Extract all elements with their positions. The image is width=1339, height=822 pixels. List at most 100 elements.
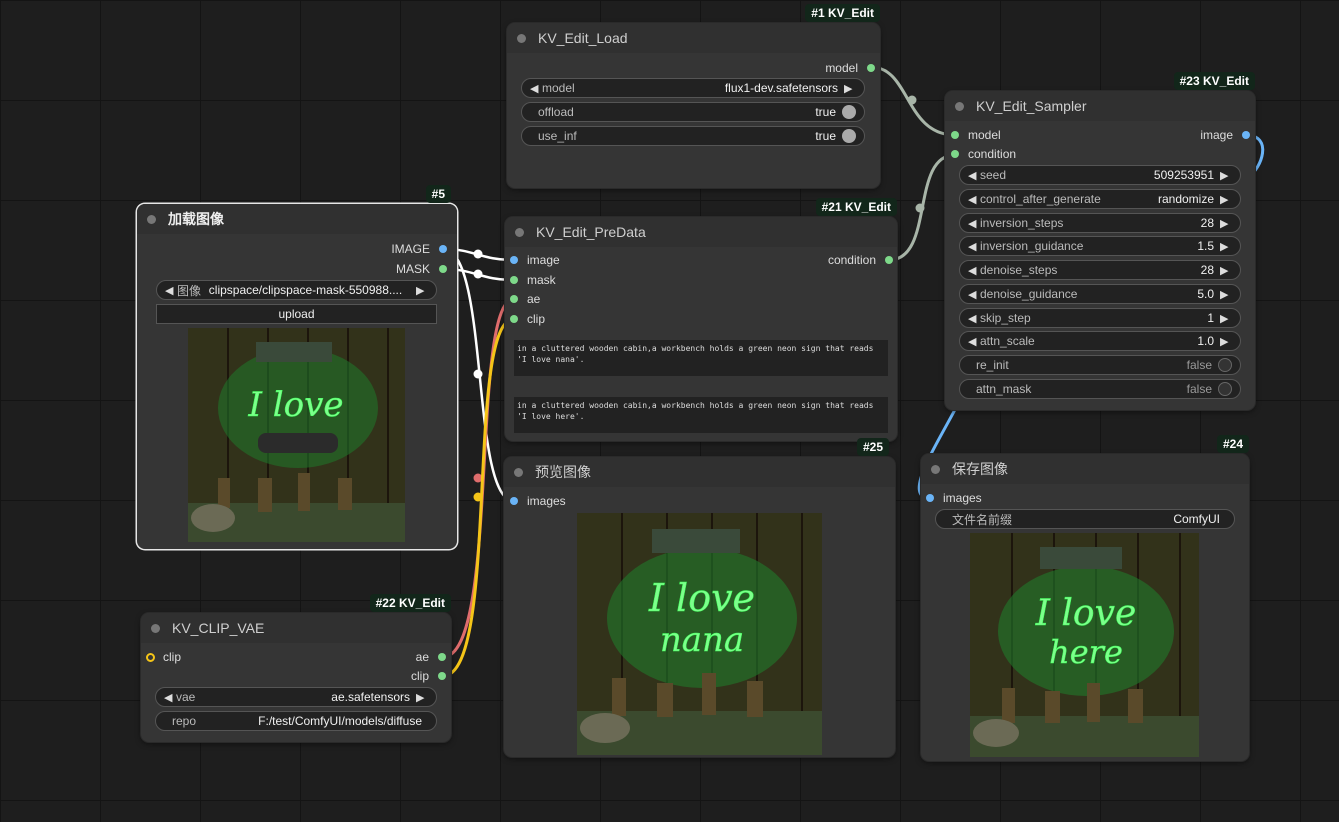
arrow-right-icon[interactable]: ▶: [1220, 217, 1232, 230]
node-save-image[interactable]: #24 保存图像 images 文件名前缀 ComfyUI I love her…: [921, 435, 1249, 761]
output-dot-icon[interactable]: [1242, 131, 1250, 139]
node-kv-clip-vae[interactable]: #22 KV_Edit KV_CLIP_VAE clip ae clip ◀ v…: [141, 594, 451, 742]
widget-attn-mask[interactable]: attn_mask false: [959, 379, 1241, 399]
target-prompt-textarea[interactable]: in a cluttered wooden cabin,a workbench …: [514, 397, 888, 433]
node-preview-image[interactable]: #25 预览图像 images I love nana: [504, 438, 895, 757]
input-mask[interactable]: mask: [510, 271, 630, 289]
widget-vae[interactable]: ◀ vae ae.safetensors ▶: [155, 687, 437, 707]
arrow-right-icon[interactable]: ▶: [1220, 264, 1232, 277]
arrow-right-icon[interactable]: ▶: [1220, 169, 1232, 182]
output-image[interactable]: image: [1130, 126, 1250, 144]
input-clip[interactable]: clip: [146, 648, 266, 666]
input-condition[interactable]: condition: [951, 145, 1071, 163]
arrow-left-icon[interactable]: ◀: [165, 284, 177, 297]
widget-attn-scale[interactable]: ◀ attn_scale 1.0 ▶: [959, 331, 1241, 351]
node-header[interactable]: 加载图像: [137, 204, 457, 234]
output-dot-icon[interactable]: [438, 653, 446, 661]
node-header[interactable]: 保存图像: [921, 454, 1249, 484]
arrow-left-icon[interactable]: ◀: [968, 264, 980, 277]
node-header[interactable]: KV_Edit_Load: [507, 23, 880, 53]
node-header[interactable]: KV_CLIP_VAE: [141, 613, 451, 643]
output-model[interactable]: model: [755, 59, 875, 77]
collapse-dot-icon[interactable]: [151, 623, 160, 633]
node-kv-edit-load[interactable]: #1 KV_Edit KV_Edit_Load model ◀ model fl…: [507, 4, 880, 188]
arrow-right-icon[interactable]: ▶: [416, 284, 428, 297]
collapse-dot-icon[interactable]: [147, 214, 156, 224]
node-header[interactable]: KV_Edit_PreData: [505, 217, 897, 247]
source-prompt-textarea[interactable]: in a cluttered wooden cabin,a workbench …: [514, 340, 888, 376]
toggle-on-icon[interactable]: [842, 129, 856, 143]
arrow-right-icon[interactable]: ▶: [1220, 288, 1232, 301]
input-dot-icon[interactable]: [510, 295, 518, 303]
widget-denoise-steps[interactable]: ◀ denoise_steps 28 ▶: [959, 260, 1241, 280]
node-load-image[interactable]: #5 加载图像 IMAGE MASK ◀ 图像 clipspace/clipsp…: [137, 185, 457, 549]
output-dot-icon[interactable]: [438, 672, 446, 680]
node-kv-edit-predata[interactable]: #21 KV_Edit KV_Edit_PreData image mask a…: [505, 198, 897, 441]
upload-button[interactable]: upload: [156, 304, 437, 324]
widget-skip-step[interactable]: ◀ skip_step 1 ▶: [959, 308, 1241, 328]
input-dot-icon[interactable]: [951, 131, 959, 139]
output-condition[interactable]: condition: [773, 251, 893, 269]
widget-seed[interactable]: ◀ seed 509253951 ▶: [959, 165, 1241, 185]
input-images[interactable]: images: [510, 492, 630, 510]
widget-repo[interactable]: repo F:/test/ComfyUI/models/diffuse: [155, 711, 437, 731]
arrow-left-icon[interactable]: ◀: [968, 288, 980, 301]
widget-model[interactable]: ◀ model flux1-dev.safetensors ▶: [521, 78, 865, 98]
input-image[interactable]: image: [510, 251, 630, 269]
toggle-off-icon[interactable]: [1218, 358, 1232, 372]
arrow-right-icon[interactable]: ▶: [1220, 240, 1232, 253]
output-image[interactable]: IMAGE: [327, 240, 447, 258]
arrow-right-icon[interactable]: ▶: [844, 82, 856, 95]
input-dot-icon[interactable]: [146, 653, 155, 662]
arrow-left-icon[interactable]: ◀: [968, 193, 980, 206]
node-header[interactable]: KV_Edit_Sampler: [945, 91, 1255, 121]
arrow-left-icon[interactable]: ◀: [968, 169, 980, 182]
input-dot-icon[interactable]: [926, 494, 934, 502]
input-dot-icon[interactable]: [510, 256, 518, 264]
output-dot-icon[interactable]: [885, 256, 893, 264]
input-dot-icon[interactable]: [510, 276, 518, 284]
widget-image-select[interactable]: ◀ 图像 clipspace/clipspace-mask-550988....…: [156, 280, 437, 300]
arrow-left-icon[interactable]: ◀: [164, 691, 176, 704]
arrow-left-icon[interactable]: ◀: [968, 335, 980, 348]
input-images[interactable]: images: [926, 489, 1046, 507]
preview-image: I love nana: [577, 513, 822, 755]
toggle-off-icon[interactable]: [1218, 382, 1232, 396]
input-dot-icon[interactable]: [510, 315, 518, 323]
output-dot-icon[interactable]: [439, 245, 447, 253]
widget-offload[interactable]: offload true: [521, 102, 865, 122]
input-clip[interactable]: clip: [510, 310, 630, 328]
collapse-dot-icon[interactable]: [955, 101, 964, 111]
input-dot-icon[interactable]: [951, 150, 959, 158]
output-dot-icon[interactable]: [867, 64, 875, 72]
arrow-left-icon[interactable]: ◀: [968, 217, 980, 230]
toggle-on-icon[interactable]: [842, 105, 856, 119]
widget-inversion-steps[interactable]: ◀ inversion_steps 28 ▶: [959, 213, 1241, 233]
arrow-right-icon[interactable]: ▶: [1220, 312, 1232, 325]
widget-use-inf[interactable]: use_inf true: [521, 126, 865, 146]
widget-re-init[interactable]: re_init false: [959, 355, 1241, 375]
input-dot-icon[interactable]: [510, 497, 518, 505]
widget-filename-prefix[interactable]: 文件名前缀 ComfyUI: [935, 509, 1235, 529]
node-header[interactable]: 预览图像: [504, 457, 895, 487]
output-clip[interactable]: clip: [326, 667, 446, 685]
collapse-dot-icon[interactable]: [515, 227, 524, 237]
widget-denoise-guidance[interactable]: ◀ denoise_guidance 5.0 ▶: [959, 284, 1241, 304]
arrow-right-icon[interactable]: ▶: [1220, 193, 1232, 206]
widget-inversion-guidance[interactable]: ◀ inversion_guidance 1.5 ▶: [959, 236, 1241, 256]
arrow-left-icon[interactable]: ◀: [968, 240, 980, 253]
collapse-dot-icon[interactable]: [517, 33, 526, 43]
arrow-left-icon[interactable]: ◀: [530, 82, 542, 95]
output-ae[interactable]: ae: [326, 648, 446, 666]
collapse-dot-icon[interactable]: [931, 464, 940, 474]
output-mask[interactable]: MASK: [327, 260, 447, 278]
arrow-left-icon[interactable]: ◀: [968, 312, 980, 325]
arrow-right-icon[interactable]: ▶: [416, 691, 428, 704]
widget-control-after-generate[interactable]: ◀ control_after_generate randomize ▶: [959, 189, 1241, 209]
input-model[interactable]: model: [951, 126, 1071, 144]
input-ae[interactable]: ae: [510, 290, 630, 308]
collapse-dot-icon[interactable]: [514, 467, 523, 477]
output-dot-icon[interactable]: [439, 265, 447, 273]
node-kv-edit-sampler[interactable]: #23 KV_Edit KV_Edit_Sampler model condit…: [945, 72, 1255, 410]
arrow-right-icon[interactable]: ▶: [1220, 335, 1232, 348]
